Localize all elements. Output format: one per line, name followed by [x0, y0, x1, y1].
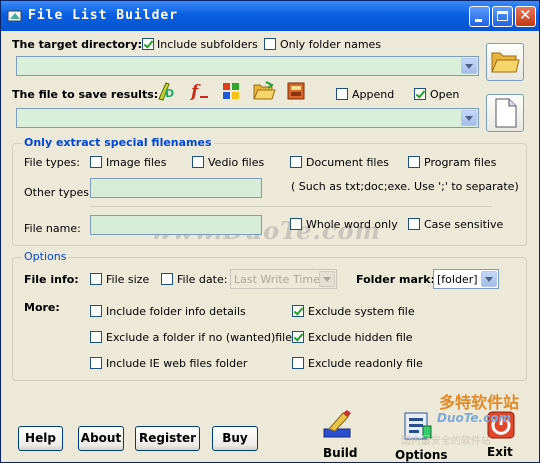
- include-ie-web-label: Include IE web files folder: [106, 357, 248, 370]
- case-sensitive-label: Case sensitive: [424, 218, 504, 231]
- build-icon: [323, 410, 351, 438]
- open-label: Open: [430, 88, 460, 101]
- document-files-checkbox[interactable]: [290, 156, 302, 168]
- save-file-label: The file to save results:: [12, 88, 159, 101]
- open-folder-icon: [491, 52, 520, 73]
- save-file-dropdown-button[interactable]: [461, 110, 477, 126]
- include-subfolders-label: Include subfolders: [157, 38, 258, 51]
- file-size-label: File size: [106, 273, 150, 286]
- include-folder-info-checkbox[interactable]: [90, 305, 102, 317]
- special-separator: [90, 206, 492, 207]
- program-files-checkbox[interactable]: [408, 156, 420, 168]
- only-folder-names-checkbox[interactable]: [264, 38, 276, 50]
- file-types-label: File types:: [24, 156, 80, 169]
- folder-format-icon[interactable]: [252, 80, 276, 102]
- file-date-select[interactable]: Last Write Time: [230, 269, 337, 289]
- vedio-files-checkbox[interactable]: [192, 156, 204, 168]
- title-bar[interactable]: File List Builder ✕: [1, 1, 539, 31]
- file-name-label: File name:: [24, 222, 81, 235]
- close-button[interactable]: ✕: [515, 6, 536, 27]
- minimize-icon: [475, 19, 482, 22]
- exclude-system-label: Exclude system file: [308, 305, 415, 318]
- maximize-button[interactable]: [492, 6, 513, 27]
- other-types-hint: ( Such as txt;doc;exe. Use ';' to separa…: [291, 180, 519, 193]
- include-folder-info-label: Include folder info details: [106, 305, 246, 318]
- target-directory-label: The target directory:: [12, 38, 143, 51]
- new-file-icon: [495, 98, 517, 128]
- case-sensitive-checkbox[interactable]: [408, 218, 420, 230]
- vedio-files-label: Vedio files: [208, 156, 265, 169]
- exclude-hidden-label: Exclude hidden file: [308, 331, 413, 344]
- build-button[interactable]: Build: [313, 406, 363, 460]
- window-title: File List Builder: [28, 8, 179, 23]
- folder-mark-select[interactable]: [folder]: [433, 269, 499, 289]
- minimize-button[interactable]: [469, 6, 490, 27]
- image-files-checkbox[interactable]: [90, 156, 102, 168]
- file-name-input[interactable]: [90, 215, 262, 235]
- include-ie-web-checkbox[interactable]: [90, 357, 102, 369]
- program-files-label: Program files: [424, 156, 497, 169]
- close-icon: ✕: [519, 6, 532, 24]
- app-icon: [7, 10, 22, 22]
- options-title: Options: [22, 250, 69, 263]
- file-date-label: File date:: [177, 273, 228, 286]
- corner-watermark-title: 多特软件站: [439, 393, 520, 412]
- file-info-label: File info:: [24, 273, 79, 286]
- file-date-dropdown-button[interactable]: [319, 271, 335, 287]
- about-button[interactable]: About: [78, 426, 124, 451]
- file-date-checkbox[interactable]: [161, 273, 173, 285]
- browse-folder-button[interactable]: [486, 43, 524, 81]
- save-file-combo[interactable]: [16, 108, 479, 128]
- special-filenames-title: Only extract special filenames: [22, 136, 214, 149]
- save-file-browse-button[interactable]: [486, 94, 524, 132]
- append-label: Append: [352, 88, 395, 101]
- target-directory-dropdown-button[interactable]: [461, 58, 477, 74]
- buy-button[interactable]: Buy: [212, 426, 258, 451]
- help-button[interactable]: Help: [18, 426, 63, 451]
- image-files-label: Image files: [106, 156, 167, 169]
- include-subfolders-checkbox[interactable]: [142, 38, 154, 50]
- exclude-folder-if-no-label: Exclude a folder if no (wanted)file: [106, 331, 292, 344]
- target-directory-combo[interactable]: [16, 56, 479, 76]
- exclude-readonly-checkbox[interactable]: [292, 357, 304, 369]
- main-window: File List Builder ✕ www.DuoTe.com The ta…: [0, 0, 540, 463]
- other-types-label: Other types:: [24, 186, 93, 199]
- open-checkbox[interactable]: [414, 88, 426, 100]
- register-button[interactable]: Register: [135, 426, 200, 451]
- more-label: More:: [24, 301, 60, 314]
- corner-watermark-brand: DuoTe.com: [437, 411, 511, 425]
- whole-word-only-checkbox[interactable]: [290, 218, 302, 230]
- exclude-folder-if-no-checkbox[interactable]: [90, 331, 102, 343]
- svg-text:D: D: [165, 87, 174, 100]
- other-types-input[interactable]: [90, 178, 262, 198]
- exclude-readonly-label: Exclude readonly file: [308, 357, 423, 370]
- append-checkbox[interactable]: [336, 88, 348, 100]
- folder-mark-label: Folder mark:: [356, 273, 436, 286]
- maximize-icon: [497, 11, 508, 21]
- only-folder-names-label: Only folder names: [280, 38, 382, 51]
- document-files-label: Document files: [306, 156, 389, 169]
- svg-text:f: f: [190, 82, 201, 102]
- folder-mark-dropdown-button[interactable]: [481, 271, 497, 287]
- whole-word-only-label: Whole word only: [306, 218, 398, 231]
- function-format-icon[interactable]: f: [188, 80, 210, 102]
- corner-watermark-sub: 国内最安全的软件站: [401, 436, 491, 447]
- html-format-icon[interactable]: [285, 80, 307, 102]
- file-size-checkbox[interactable]: [90, 273, 102, 285]
- exclude-system-checkbox[interactable]: [292, 305, 304, 317]
- exclude-hidden-checkbox[interactable]: [292, 331, 304, 343]
- windows-format-icon[interactable]: [220, 80, 242, 102]
- text-format-icon[interactable]: D: [156, 80, 178, 102]
